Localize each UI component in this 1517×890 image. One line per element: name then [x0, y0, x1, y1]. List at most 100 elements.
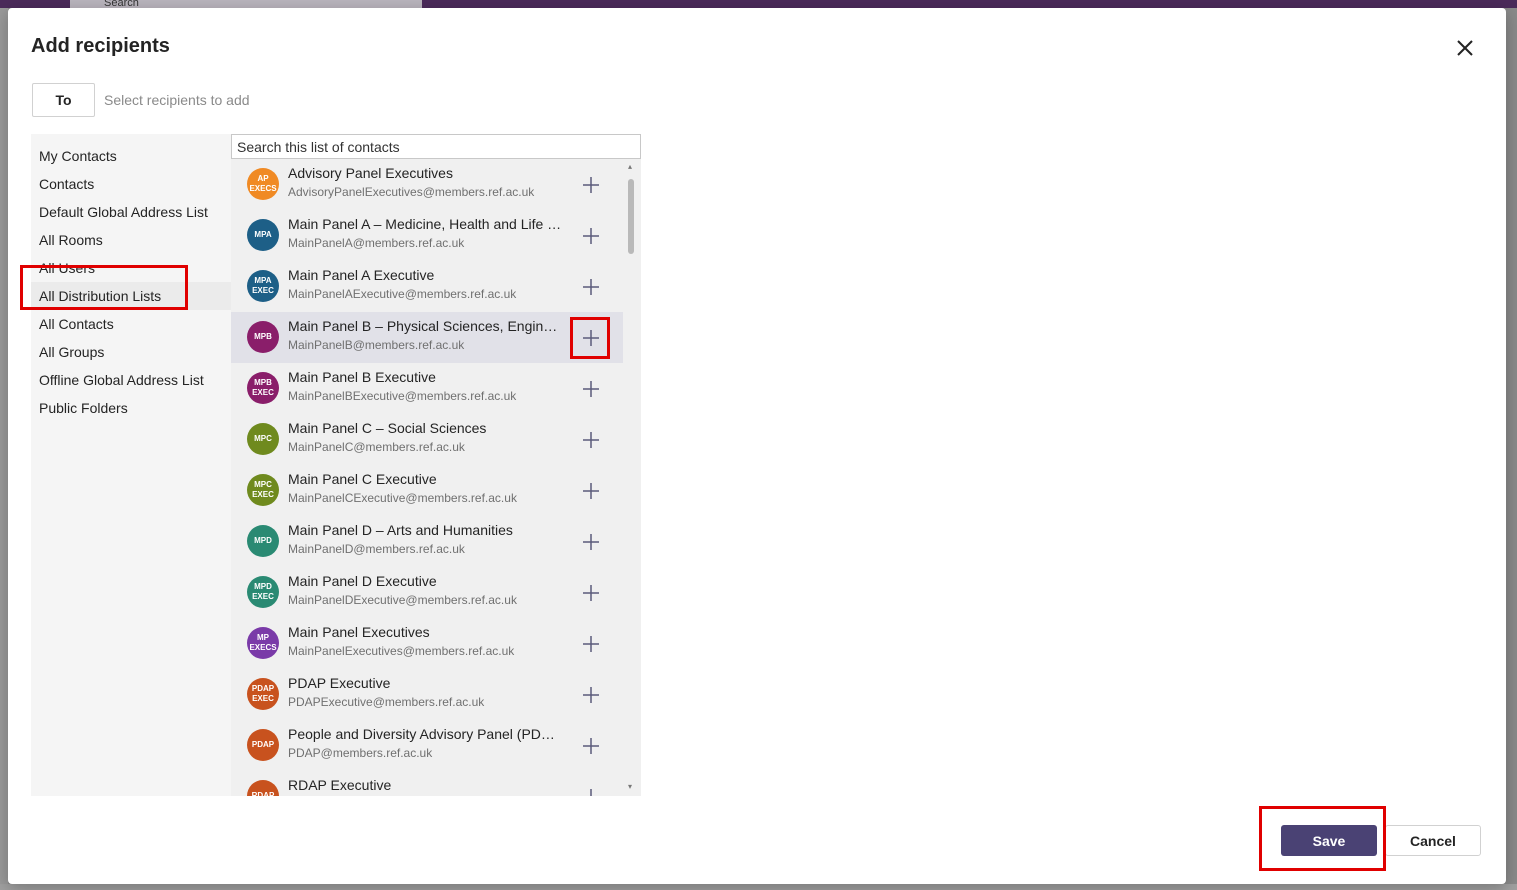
contact-avatar: RDAP — [247, 780, 279, 796]
address-book-sidebar: My Contacts Contacts Default Global Addres… — [31, 134, 231, 796]
scrollbar-thumb[interactable] — [628, 179, 634, 254]
close-button[interactable] — [1451, 34, 1479, 62]
plus-icon — [583, 432, 599, 448]
contact-email: MainPanelD@members.ref.ac.uk — [288, 542, 465, 556]
contact-row[interactable]: PDAP People and Diversity Advisory Panel … — [231, 720, 623, 771]
plus-icon — [583, 738, 599, 754]
contact-email: MainPanelExecutives@members.ref.ac.uk — [288, 644, 515, 658]
contact-email: PDAP@members.ref.ac.uk — [288, 746, 433, 760]
add-contact-button[interactable] — [579, 785, 603, 796]
contact-name: Main Panel A – Medicine, Health and Life… — [288, 216, 563, 232]
add-contact-button[interactable] — [579, 734, 603, 758]
contact-email: MainPanelAExecutive@members.ref.ac.uk — [288, 287, 517, 301]
plus-icon — [583, 483, 599, 499]
plus-icon — [583, 228, 599, 244]
contact-name: Main Panel A Executive — [288, 267, 435, 283]
contact-row[interactable]: MPB EXEC Main Panel B Executive MainPanelB… — [231, 363, 623, 414]
background-bottom — [0, 884, 1517, 890]
contact-row[interactable]: PDAP EXEC PDAP Executive PDAPExecutive@mem… — [231, 669, 623, 720]
contact-avatar: PDAP EXEC — [247, 678, 279, 710]
to-button[interactable]: To — [32, 83, 95, 117]
add-contact-button[interactable] — [579, 275, 603, 299]
save-button[interactable]: Save — [1281, 825, 1377, 856]
sidebar-item-all-distribution-lists[interactable]: All Distribution Lists — [31, 282, 231, 310]
contact-avatar: PDAP — [247, 729, 279, 761]
add-contact-button[interactable] — [579, 530, 603, 554]
add-contact-button[interactable] — [579, 224, 603, 248]
contact-email: MainPanelC@members.ref.ac.uk — [288, 440, 465, 454]
sidebar-item-public-folders[interactable]: Public Folders — [31, 394, 231, 422]
add-contact-button[interactable] — [579, 326, 603, 350]
plus-icon — [583, 381, 599, 397]
sidebar-item-all-contacts[interactable]: All Contacts — [31, 310, 231, 338]
plus-icon — [583, 534, 599, 550]
contact-row[interactable]: MPD Main Panel D – Arts and Humanities Mai… — [231, 516, 623, 567]
recipients-input[interactable] — [104, 88, 604, 112]
contact-row[interactable]: AP EXECS Advisory Panel Executives Advisor… — [231, 159, 623, 210]
sidebar-item-all-groups[interactable]: All Groups — [31, 338, 231, 366]
contact-row[interactable]: MPC Main Panel C – Social Sciences MainPan… — [231, 414, 623, 465]
contact-name: Main Panel C Executive — [288, 471, 437, 487]
add-contact-button[interactable] — [579, 173, 603, 197]
sidebar-item-all-users[interactable]: All Users — [31, 254, 231, 282]
contact-row[interactable]: MPC EXEC Main Panel C Executive MainPanelC… — [231, 465, 623, 516]
plus-icon — [583, 330, 599, 346]
contact-avatar: MP EXECS — [247, 627, 279, 659]
dialog-title: Add recipients — [31, 35, 170, 57]
contact-avatar: AP EXECS — [247, 168, 279, 200]
background-search-label: Search — [104, 0, 139, 8]
contact-list-pane: RDAP RDAP Executive PDAP People and Diversi… — [231, 134, 641, 796]
scrollbar[interactable] — [626, 159, 641, 796]
contact-avatar: MPB EXEC — [247, 372, 279, 404]
add-contact-button[interactable] — [579, 581, 603, 605]
add-contact-button[interactable] — [579, 428, 603, 452]
contact-row[interactable]: MP EXECS Main Panel Executives MainPanelEx… — [231, 618, 623, 669]
contact-email: PDAPExecutive@members.ref.ac.uk — [288, 695, 485, 709]
plus-icon — [583, 279, 599, 295]
contact-name: Main Panel B Executive — [288, 369, 436, 385]
contact-name: PDAP Executive — [288, 675, 391, 691]
contact-name: Main Panel B – Physical Sciences, Engine… — [288, 318, 563, 334]
contact-avatar: MPC — [247, 423, 279, 455]
contact-row[interactable]: MPD EXEC Main Panel D Executive MainPanelD… — [231, 567, 623, 618]
contact-avatar: MPA EXEC — [247, 270, 279, 302]
add-recipients-dialog: Add recipients To My ContactsContactsDef… — [8, 8, 1506, 884]
plus-icon — [590, 789, 592, 796]
sidebar-item-all-rooms[interactable]: All Rooms — [31, 226, 231, 254]
contact-search-input[interactable] — [231, 134, 641, 159]
sidebar-item-my-contacts[interactable]: My Contacts — [31, 142, 231, 170]
contact-row[interactable]: MPB Main Panel B – Physical Sciences, Eng… — [231, 312, 623, 363]
background-left — [0, 8, 8, 884]
scroll-down-arrow[interactable]: ▾ — [628, 783, 634, 791]
contact-email: AdvisoryPanelExecutives@members.ref.ac.u… — [288, 185, 535, 199]
contact-email: MainPanelBExecutive@members.ref.ac.uk — [288, 389, 517, 403]
contact-email: MainPanelB@members.ref.ac.uk — [288, 338, 465, 352]
add-contact-button[interactable] — [579, 479, 603, 503]
contact-name: Advisory Panel Executives — [288, 165, 453, 181]
contact-row[interactable]: MPA EXEC Main Panel A Executive MainPanelA… — [231, 261, 623, 312]
contact-name: Main Panel Executives — [288, 624, 430, 640]
plus-icon — [583, 585, 599, 601]
plus-icon — [583, 177, 599, 193]
contact-name: Main Panel D – Arts and Humanities — [288, 522, 513, 538]
contact-name: Main Panel D Executive — [288, 573, 437, 589]
sidebar-item-contacts[interactable]: Contacts — [31, 170, 231, 198]
scroll-up-arrow[interactable]: ▴ — [628, 163, 634, 171]
contact-row[interactable]: MPA Main Panel A – Medicine, Health and L… — [231, 210, 623, 261]
contact-row[interactable]: RDAP RDAP Executive — [231, 771, 623, 796]
sidebar-item-offline-global-address-list[interactable]: Offline Global Address List — [31, 366, 231, 394]
close-icon — [1457, 40, 1473, 56]
add-contact-button[interactable] — [579, 632, 603, 656]
contact-avatar: MPA — [247, 219, 279, 251]
contact-name: People and Diversity Advisory Panel (PDA… — [288, 726, 563, 742]
sidebar-item-default-global-address-list[interactable]: Default Global Address List — [31, 198, 231, 226]
add-contact-button[interactable] — [579, 683, 603, 707]
contact-avatar: MPD — [247, 525, 279, 557]
plus-icon — [583, 687, 599, 703]
contact-email: MainPanelA@members.ref.ac.uk — [288, 236, 465, 250]
contact-avatar: MPB — [247, 321, 279, 353]
background-search: Search — [70, 0, 422, 8]
contact-email: MainPanelDExecutive@members.ref.ac.uk — [288, 593, 517, 607]
add-contact-button[interactable] — [579, 377, 603, 401]
cancel-button[interactable]: Cancel — [1385, 825, 1481, 856]
